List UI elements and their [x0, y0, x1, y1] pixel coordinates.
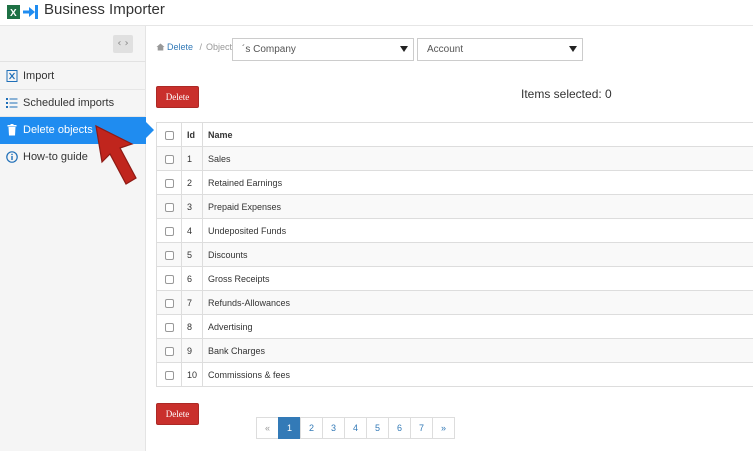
table-row[interactable]: 3 Prepaid Expenses	[156, 194, 753, 219]
row-id: 9	[181, 338, 204, 363]
sidebar-item-label: Delete objects	[23, 124, 93, 136]
row-id: 10	[181, 362, 204, 387]
column-header-name[interactable]: Name	[202, 122, 753, 147]
row-checkbox-cell	[156, 218, 182, 243]
svg-text:X: X	[10, 8, 17, 19]
row-name: Prepaid Expenses	[202, 194, 753, 219]
table-row[interactable]: 2 Retained Earnings	[156, 170, 753, 195]
pagination-prev[interactable]: «	[256, 417, 279, 439]
table-row[interactable]: 5 Discounts	[156, 242, 753, 267]
row-checkbox[interactable]	[164, 322, 174, 332]
excel-file-icon	[6, 70, 18, 82]
row-checkbox-cell	[156, 194, 182, 219]
row-checkbox[interactable]	[164, 370, 174, 380]
pagination-page[interactable]: 2	[300, 417, 323, 439]
home-icon	[156, 43, 165, 51]
app-logo-icon: X	[7, 5, 38, 19]
chevron-down-icon	[400, 46, 408, 52]
row-name: Discounts	[202, 242, 753, 267]
pagination: « 1 2 3 4 5 6 7 »	[256, 417, 455, 439]
company-select[interactable]: ´s Company	[232, 38, 414, 61]
row-name: Commissions & fees	[202, 362, 753, 387]
table-row[interactable]: 9 Bank Charges	[156, 338, 753, 363]
app-title: Business Importer	[44, 1, 165, 18]
row-name: Bank Charges	[202, 338, 753, 363]
row-name: Undeposited Funds	[202, 218, 753, 243]
row-checkbox-cell	[156, 266, 182, 291]
info-icon	[6, 151, 18, 163]
pagination-page[interactable]: 3	[322, 417, 345, 439]
company-select-value: ´s Company	[242, 44, 296, 55]
sidebar-item-label: Scheduled imports	[23, 97, 115, 109]
sidebar-item-import[interactable]: Import	[0, 63, 146, 90]
row-checkbox[interactable]	[164, 178, 174, 188]
table-header-row: Id Name	[156, 122, 753, 147]
row-checkbox[interactable]	[164, 346, 174, 356]
sidebar-collapse-button[interactable]: ‹ ›	[113, 35, 133, 53]
column-header-id[interactable]: Id	[181, 122, 204, 147]
delete-button-top[interactable]: Delete	[156, 86, 199, 108]
breadcrumb-separator: /	[199, 42, 203, 52]
objects-table: Id Name 1 Sales 2 Retained Earnings 3 Pr…	[156, 122, 753, 387]
pagination-page[interactable]: 6	[388, 417, 411, 439]
row-name: Refunds-Allowances	[202, 290, 753, 315]
pointer-arrow-icon	[95, 124, 137, 185]
table-row[interactable]: 6 Gross Receipts	[156, 266, 753, 291]
row-name: Retained Earnings	[202, 170, 753, 195]
row-checkbox-cell	[156, 170, 182, 195]
row-checkbox-cell	[156, 242, 182, 267]
row-checkbox[interactable]	[164, 298, 174, 308]
row-id: 1	[181, 146, 204, 171]
sidebar: ‹ › Import Scheduled imports Delete obje…	[0, 26, 154, 451]
row-id: 8	[181, 314, 204, 339]
sidebar-item-label: How-to guide	[23, 151, 88, 163]
sidebar-item-label: Import	[23, 70, 55, 82]
app-header: X Business Importer	[0, 0, 753, 26]
pagination-page[interactable]: 5	[366, 417, 389, 439]
select-all-cell	[156, 122, 182, 147]
breadcrumb: Delete / Object	[156, 42, 232, 52]
object-type-select[interactable]: Account	[417, 38, 583, 61]
chevron-down-icon	[569, 46, 577, 52]
trash-icon	[7, 124, 17, 136]
pagination-page[interactable]: 1	[278, 417, 301, 439]
row-checkbox[interactable]	[164, 202, 174, 212]
row-checkbox-cell	[156, 314, 182, 339]
row-id: 2	[181, 170, 204, 195]
row-id: 5	[181, 242, 204, 267]
sidebar-divider	[0, 61, 146, 62]
row-checkbox[interactable]	[164, 154, 174, 164]
items-selected-count: Items selected: 0	[521, 87, 612, 101]
row-checkbox-cell	[156, 146, 182, 171]
table-row[interactable]: 1 Sales	[156, 146, 753, 171]
row-name: Sales	[202, 146, 753, 171]
object-type-select-value: Account	[427, 44, 464, 55]
row-id: 4	[181, 218, 204, 243]
delete-button-bottom[interactable]: Delete	[156, 403, 199, 425]
pagination-next[interactable]: »	[432, 417, 455, 439]
table-row[interactable]: 7 Refunds-Allowances	[156, 290, 753, 315]
row-checkbox[interactable]	[164, 274, 174, 284]
table-row[interactable]: 4 Undeposited Funds	[156, 218, 753, 243]
row-id: 7	[181, 290, 204, 315]
row-id: 6	[181, 266, 204, 291]
row-name: Gross Receipts	[202, 266, 753, 291]
row-checkbox-cell	[156, 290, 182, 315]
sidebar-item-scheduled-imports[interactable]: Scheduled imports	[0, 90, 146, 117]
breadcrumb-link-delete[interactable]: Delete	[167, 42, 193, 52]
table-row[interactable]: 8 Advertising	[156, 314, 753, 339]
row-checkbox-cell	[156, 338, 182, 363]
row-checkbox[interactable]	[164, 250, 174, 260]
pagination-page[interactable]: 7	[410, 417, 433, 439]
row-checkbox[interactable]	[164, 226, 174, 236]
pagination-page[interactable]: 4	[344, 417, 367, 439]
breadcrumb-current: Object	[206, 42, 233, 52]
row-checkbox-cell	[156, 362, 182, 387]
select-all-checkbox[interactable]	[164, 130, 174, 140]
list-icon	[6, 98, 18, 108]
row-id: 3	[181, 194, 204, 219]
row-name: Advertising	[202, 314, 753, 339]
table-row[interactable]: 10 Commissions & fees	[156, 362, 753, 387]
